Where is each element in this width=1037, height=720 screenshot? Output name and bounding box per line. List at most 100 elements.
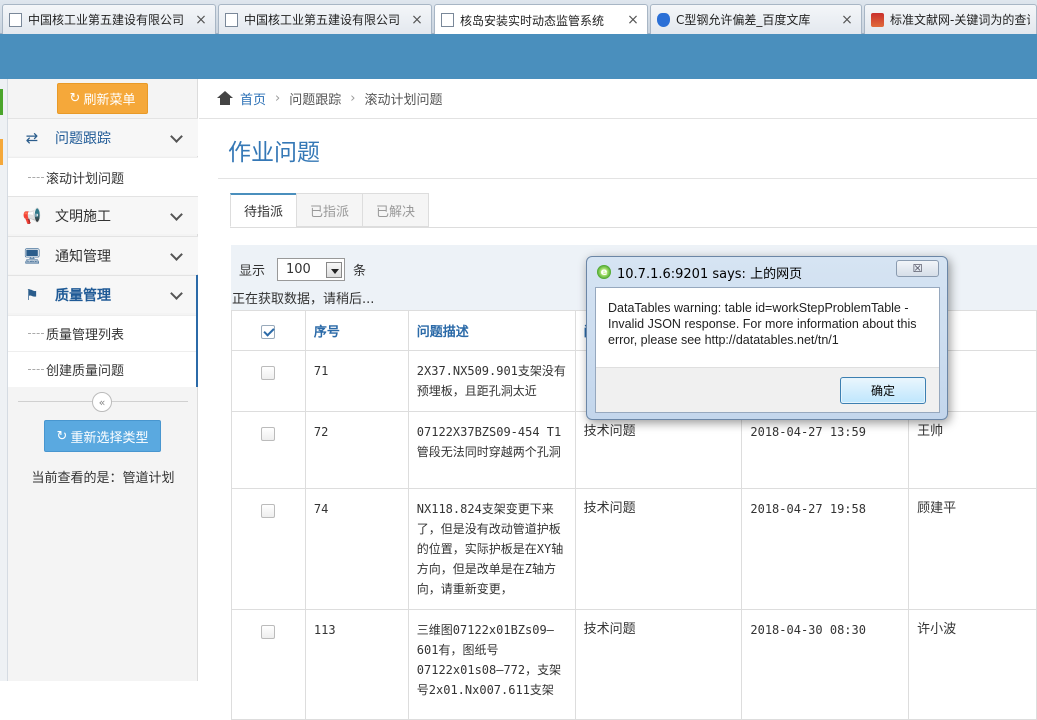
browser-tab-4[interactable]: C型钢允许偏差_百度文库 × [650,4,862,34]
chevron-down-icon [170,288,184,302]
sidebar-item-label: 通知管理 [55,248,111,265]
row-select-cell [231,411,306,489]
ie-logo-icon: e [597,265,611,279]
sidebar-item-notice-management[interactable]: 🖥 通知管理 [8,236,198,274]
cell-time: 2018-04-30 08:30 [741,609,910,720]
tab-pending-assignment[interactable]: 待指派 [230,193,298,227]
cell-id: 74 [304,488,409,610]
close-icon[interactable]: × [839,12,855,28]
unit-label: 条 [353,263,367,279]
sidebar-item-civilized-construction[interactable]: 📢 文明施工 [8,196,198,234]
breadcrumb-home-link[interactable]: 首页 [240,89,266,108]
column-header-description[interactable]: 问题描述 [407,310,576,351]
row-select-cell [231,488,306,610]
breadcrumb: 首页 › 问题跟踪 › 滚动计划问题 [199,79,1037,119]
app-header [0,34,1037,79]
browser-tab-label: 核岛安装实时动态监管系统 [460,13,605,28]
breadcrumb-rolling-plan-issues: 滚动计划问题 [364,93,443,108]
tree-connector [28,333,44,334]
sidebar: ↻ 刷新菜单 ⇄ 问题跟踪 滚动计划问题 📢 文明施工 🖥 通知管理 ⚑ 质量管… [8,79,198,681]
browser-tab-5[interactable]: 标准文献网-关键词为的查询 [864,4,1037,34]
cell-person: 许小波 [908,609,1037,720]
cell-id: 113 [304,609,409,720]
close-icon[interactable]: × [193,12,209,28]
dialog-title: 10.7.1.6:9201 says: 上的网页 [617,266,803,282]
refresh-icon: ↻ [69,91,81,106]
cell-type: 技术问题 [574,609,743,720]
retweet-icon: ⇄ [25,128,39,147]
column-header-id[interactable]: 序号 [304,310,409,351]
monitor-icon: 🖥 [22,246,42,265]
dialog-message: DataTables warning: table id=workStepPro… [608,301,917,347]
refresh-menu-label: 刷新菜单 [83,93,136,108]
page-icon [441,13,454,27]
close-icon[interactable]: × [409,12,425,28]
divider [230,227,1037,228]
page-size-value: 100 [286,261,311,277]
dialog-footer: 确定 [596,367,939,412]
browser-tab-label: 中国核工业第五建设有限公司 [28,13,185,27]
left-edge-strip [0,79,8,681]
cell-description: NX118.824支架变更下来了，但是没有改动管道护板的位置，实际护板是在XY轴… [407,488,576,610]
edge-marker [0,139,3,165]
sidebar-subitem-label: 滚动计划问题 [46,172,125,187]
sidebar-item-label: 文明施工 [55,208,111,225]
show-label: 显示 [239,263,266,279]
sidebar-subitem-create-quality-issue[interactable]: 创建质量问题 [8,351,198,387]
tree-connector [28,177,44,178]
close-icon[interactable]: × [625,12,641,28]
reselect-type-label: 重新选择类型 [70,430,149,446]
row-checkbox[interactable] [261,427,276,441]
book-icon [871,12,884,27]
browser-tab-label: 中国核工业第五建设有限公司 [244,13,401,27]
alert-dialog: e 10.7.1.6:9201 says: 上的网页 ☒ DataTables … [586,256,948,420]
chevron-down-icon [170,249,184,263]
cell-type: 技术问题 [574,488,743,610]
breadcrumb-separator: › [275,91,281,106]
page-size-select[interactable]: 100 [277,257,346,281]
table-row: 113 三维图07122x01BZs09—601有，图纸号07122x01s08… [231,609,1037,720]
chevron-down-icon [170,209,184,223]
row-checkbox[interactable] [261,504,276,518]
sidebar-subitem-rolling-plan-issues[interactable]: 滚动计划问题 [8,157,198,197]
browser-tab-2[interactable]: 中国核工业第五建设有限公司 × [218,4,432,34]
breadcrumb-separator: › [350,91,356,106]
ok-button[interactable]: 确定 [840,377,926,404]
cell-id: 72 [304,411,409,489]
cell-description: 07122X37BZS09-454 T1管段无法同时穿越两个孔洞 [407,411,576,489]
select-all-header [231,310,306,351]
home-icon [216,91,234,106]
active-section-indicator [196,275,198,387]
row-select-cell [231,350,306,412]
current-view-text: 当前查看的是：管道计划 [31,471,175,486]
row-select-cell [231,609,306,720]
table-row: 72 07122X37BZS09-454 T1管段无法同时穿越两个孔洞 技术问题… [231,411,1037,489]
select-all-checkbox[interactable] [261,325,276,339]
refresh-menu-button[interactable]: ↻ 刷新菜单 [57,83,148,114]
dialog-titlebar: e 10.7.1.6:9201 says: 上的网页 [597,263,803,282]
browser-tab-strip: 中国核工业第五建设有限公司 × 中国核工业第五建设有限公司 × 核岛安装实时动态… [0,0,1037,35]
table-row: 74 NX118.824支架变更下来了，但是没有改动管道护板的位置，实际护板是在… [231,488,1037,610]
sidebar-subitem-label: 质量管理列表 [46,328,125,343]
row-checkbox[interactable] [261,625,276,639]
sidebar-subitem-quality-list[interactable]: 质量管理列表 [8,315,198,351]
collapse-sidebar-button[interactable]: « [92,392,112,412]
cell-person: 顾建平 [908,488,1037,610]
sidebar-item-quality-management[interactable]: ⚑ 质量管理 [8,275,198,313]
reselect-type-button[interactable]: ↻ 重新选择类型 [44,420,161,452]
chevron-down-icon [170,131,184,145]
row-checkbox[interactable] [261,366,276,380]
browser-tab-3[interactable]: 核岛安装实时动态监管系统 × [434,4,648,35]
loading-text: 正在获取数据，请稍后... [232,292,375,307]
tab-assigned[interactable]: 已指派 [296,193,364,227]
sidebar-subitem-label: 创建质量问题 [46,364,125,379]
sidebar-item-issue-tracking[interactable]: ⇄ 问题跟踪 [8,118,198,156]
dialog-close-button[interactable]: ☒ [896,260,939,277]
cell-time: 2018-04-27 19:58 [741,488,910,610]
tree-connector [28,369,44,370]
browser-tab-1[interactable]: 中国核工业第五建设有限公司 × [2,4,216,34]
divider [218,178,1037,179]
sidebar-item-label: 问题跟踪 [55,130,111,147]
sidebar-item-label: 质量管理 [55,287,111,304]
tab-resolved[interactable]: 已解决 [362,193,430,227]
